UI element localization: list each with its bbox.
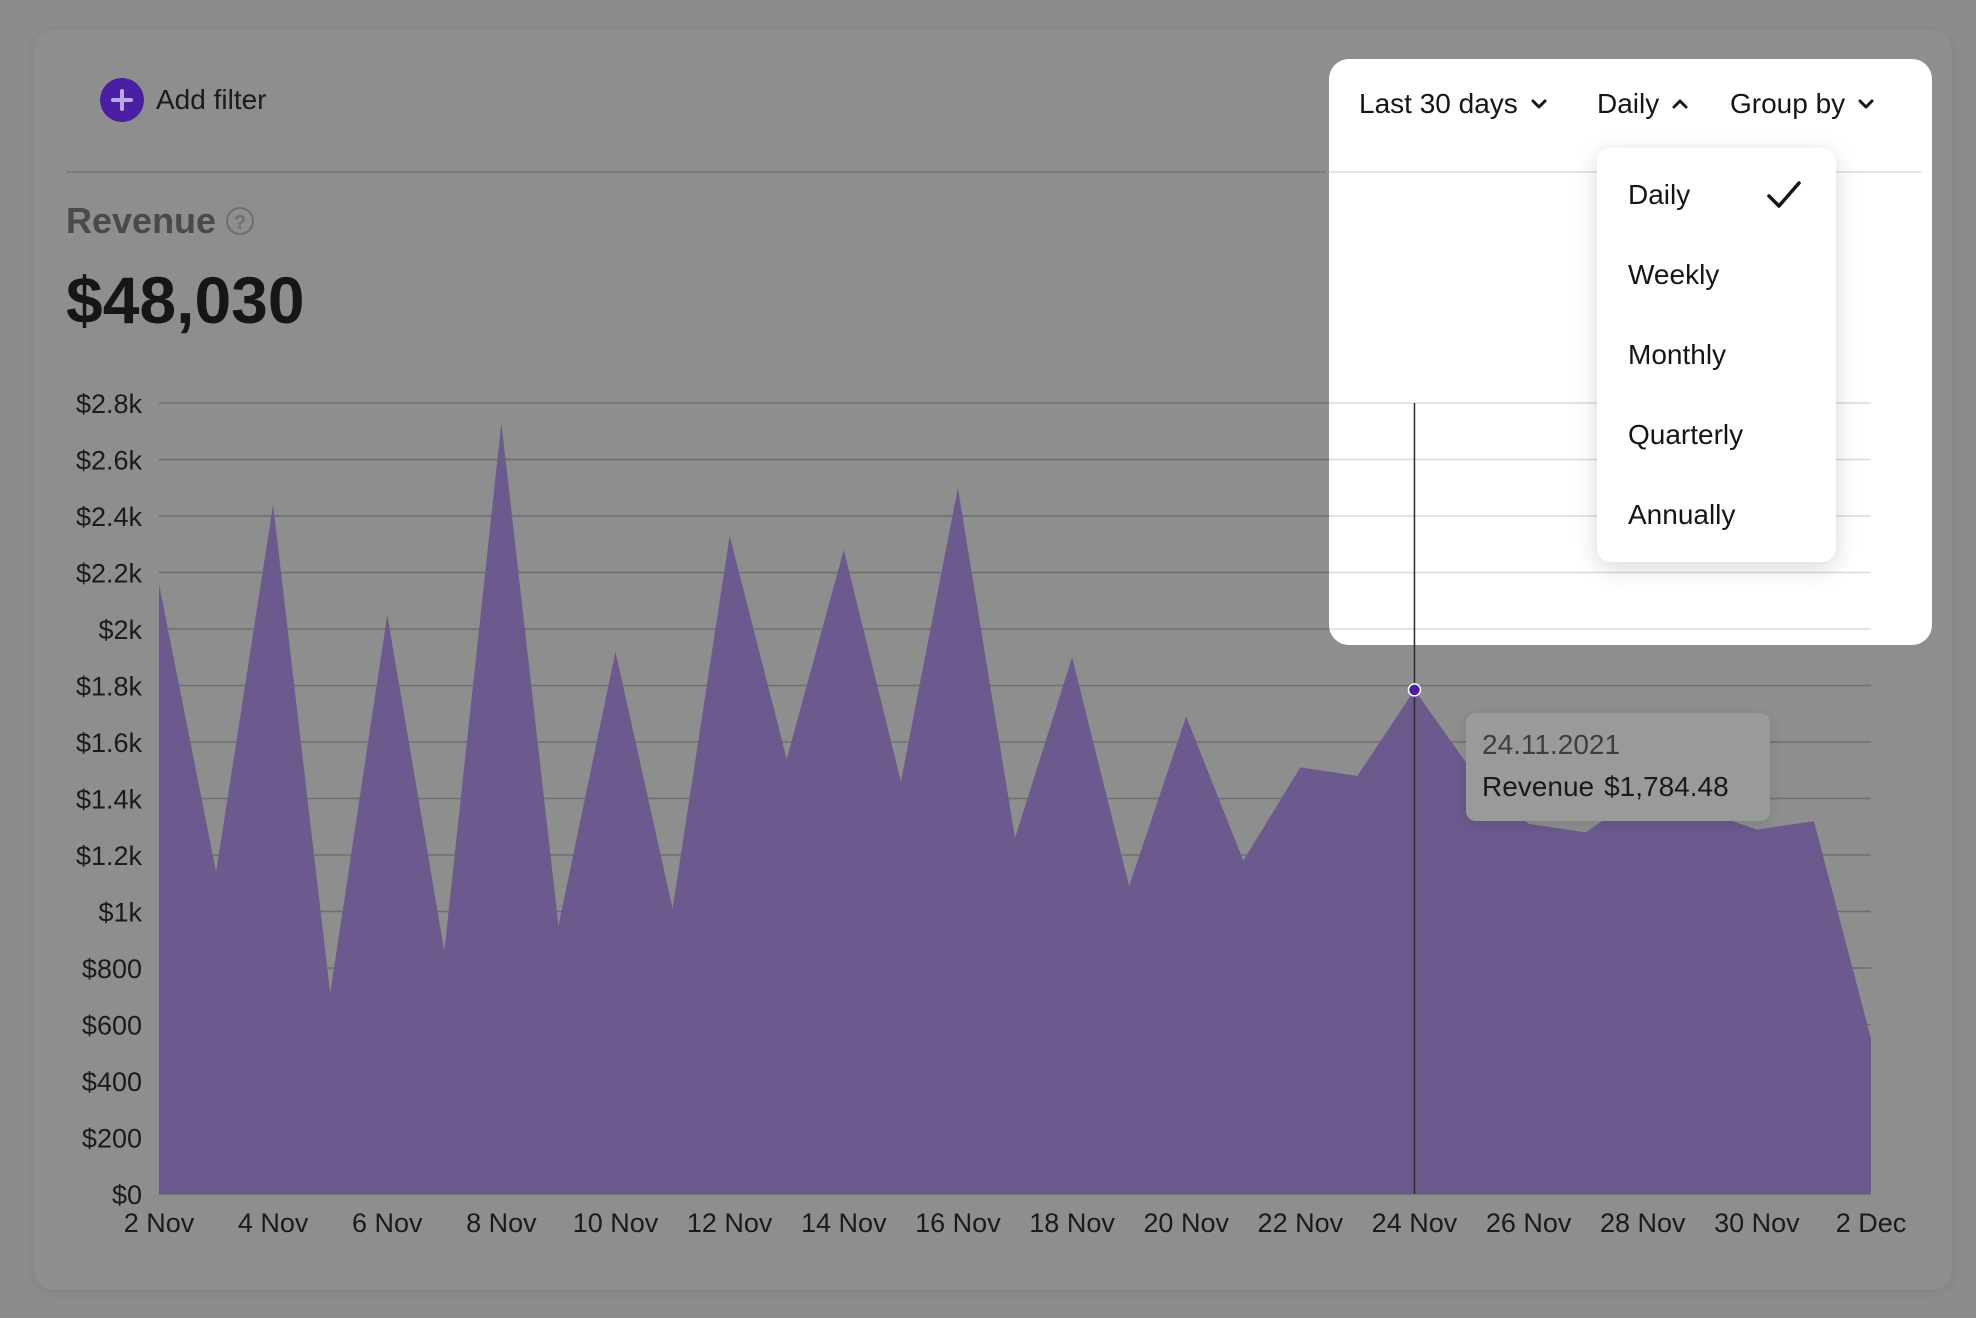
tooltip-value: $1,784.48 bbox=[1604, 771, 1729, 802]
interval-option-label: Quarterly bbox=[1628, 419, 1744, 450]
interval-option-weekly[interactable]: Weekly bbox=[1597, 245, 1836, 305]
y-tick-label: $2.2k bbox=[76, 559, 143, 589]
y-tick-label: $1.4k bbox=[76, 785, 143, 815]
chart-tooltip: 24.11.2021 Revenue $1,784.48 bbox=[1466, 713, 1770, 821]
x-tick-label: 4 Nov bbox=[238, 1208, 309, 1238]
x-tick-label: 20 Nov bbox=[1143, 1208, 1229, 1238]
interval-dropdown-menu: Daily Weekly Monthly Quarterly Annually bbox=[1597, 148, 1836, 562]
interval-label: Daily bbox=[1597, 88, 1660, 119]
tooltip-series-name: Revenue bbox=[1482, 771, 1595, 802]
date-range-label: Last 30 days bbox=[1359, 88, 1518, 119]
y-tick-label: $600 bbox=[82, 1011, 142, 1041]
interval-option-annually[interactable]: Annually bbox=[1597, 485, 1836, 545]
interval-option-label: Annually bbox=[1628, 499, 1736, 530]
y-tick-label: $1.2k bbox=[76, 841, 143, 871]
y-tick-label: $1.6k bbox=[76, 728, 143, 758]
tooltip-date: 24.11.2021 bbox=[1482, 729, 1621, 760]
x-tick-label: 12 Nov bbox=[687, 1208, 773, 1238]
x-tick-label: 6 Nov bbox=[352, 1208, 423, 1238]
y-tick-label: $1k bbox=[98, 898, 142, 928]
interval-option-label: Monthly bbox=[1628, 339, 1727, 370]
interval-option-label: Daily bbox=[1628, 179, 1691, 210]
interval-option-monthly[interactable]: Monthly bbox=[1597, 325, 1836, 385]
y-axis-ticks: $0 $200 $400 $600 $800 $1k $1.2k $1.4k $1.6k $1.8… bbox=[76, 389, 143, 1210]
chevron-down-icon bbox=[1858, 99, 1874, 109]
x-tick-label: 14 Nov bbox=[801, 1208, 887, 1238]
y-tick-label: $2k bbox=[98, 615, 142, 645]
x-tick-label: 24 Nov bbox=[1372, 1208, 1458, 1238]
group-by-label: Group by bbox=[1730, 88, 1846, 119]
chevron-up-icon bbox=[1672, 99, 1688, 109]
x-tick-label: 8 Nov bbox=[466, 1208, 537, 1238]
x-tick-label: 22 Nov bbox=[1258, 1208, 1344, 1238]
x-tick-label: 10 Nov bbox=[573, 1208, 659, 1238]
interval-select[interactable]: Daily bbox=[1597, 81, 1691, 127]
y-tick-label: $200 bbox=[82, 1124, 142, 1154]
checkmark-icon bbox=[1767, 181, 1801, 208]
x-axis-ticks: 2 Nov 4 Nov 6 Nov 8 Nov 10 Nov 12 Nov 14 Nov 16… bbox=[124, 1208, 1907, 1238]
y-tick-label: $2.6k bbox=[76, 446, 143, 476]
interval-option-label: Weekly bbox=[1628, 259, 1720, 290]
y-tick-label: $400 bbox=[82, 1067, 142, 1097]
y-tick-label: $2.4k bbox=[76, 502, 143, 532]
y-tick-label: $2.8k bbox=[76, 389, 143, 419]
x-tick-label: 26 Nov bbox=[1486, 1208, 1572, 1238]
x-tick-label: 2 Dec bbox=[1836, 1208, 1907, 1238]
date-range-select[interactable]: Last 30 days bbox=[1359, 81, 1550, 127]
tooltip-row: Revenue $1,784.48 bbox=[1482, 771, 1729, 803]
interval-option-daily[interactable]: Daily bbox=[1597, 165, 1836, 225]
x-tick-label: 18 Nov bbox=[1029, 1208, 1115, 1238]
highlight-point[interactable] bbox=[1407, 683, 1422, 697]
interval-option-quarterly[interactable]: Quarterly bbox=[1597, 405, 1836, 465]
x-tick-label: 30 Nov bbox=[1714, 1208, 1800, 1238]
chevron-down-icon bbox=[1531, 99, 1547, 109]
x-tick-label: 28 Nov bbox=[1600, 1208, 1686, 1238]
y-tick-label: $1.8k bbox=[76, 672, 143, 702]
x-tick-label: 2 Nov bbox=[124, 1208, 195, 1238]
group-by-select[interactable]: Group by bbox=[1730, 81, 1877, 127]
y-tick-label: $0 bbox=[112, 1180, 142, 1210]
y-tick-label: $800 bbox=[82, 954, 142, 984]
x-tick-label: 16 Nov bbox=[915, 1208, 1001, 1238]
